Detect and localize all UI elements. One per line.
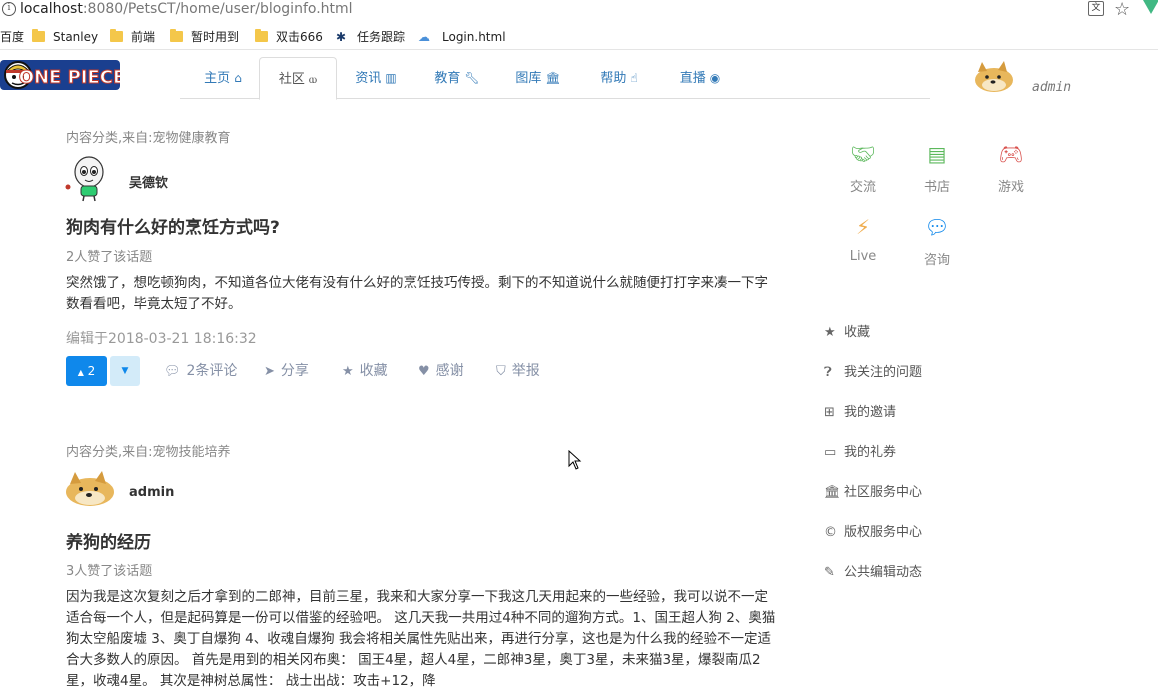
triangle-up-icon: ▲ [77, 368, 84, 377]
post-title[interactable]: 狗肉有什么好的烹饪方式吗? [66, 213, 280, 238]
sidebar-link-followed-questions[interactable]: ❓︎ 我关注的问题 [824, 361, 922, 380]
thanks-button[interactable]: ♥ 感谢 [418, 356, 464, 387]
doge-avatar-icon [66, 471, 114, 506]
community-icon: ⲱ [308, 72, 318, 86]
home-icon: ⌂ [234, 71, 242, 85]
bookmark-folder[interactable]: 暂时用到 [170, 28, 239, 46]
app-live[interactable]: ⚡︎ Live [833, 213, 893, 264]
plus-square-icon: ⊞ [824, 405, 835, 420]
bolt-icon: ⚡︎ [855, 215, 871, 239]
bookmark-star-icon[interactable]: ☆ [1114, 0, 1130, 20]
downvote-button[interactable]: ▼ [110, 356, 140, 386]
book-icon: ▤ [927, 142, 947, 166]
mouse-cursor-icon [568, 449, 582, 470]
tab-live[interactable]: 直播 ◉ [667, 57, 733, 99]
folder-icon [170, 29, 183, 42]
shield-icon: ⛉ [496, 364, 506, 379]
credit-card-icon: ▭ [824, 445, 837, 460]
edit-icon: ✎ [824, 565, 835, 580]
post-actions: ▲ 2 ▼ 💬︎ 2条评论 ➤ 分享 ★ 收藏 ♥ 感谢 ⛉ 举报 [66, 356, 666, 386]
gamepad-icon: 🎮︎ [998, 142, 1024, 166]
author-avatar[interactable] [62, 470, 118, 518]
heart-icon: ♥ [418, 364, 430, 379]
site-info-icon[interactable]: i [2, 2, 16, 16]
main-nav: 主页 ⌂ 社区 ⲱ 资讯 ▥ 教育 🔧︎ 图库 🏛︎ 帮助 ☝ 直播 ◉ [180, 57, 930, 100]
browser-address-bar: i localhost:8080/PetsCT/home/user/blogin… [0, 0, 1158, 24]
chat-icon: 💬︎ [924, 215, 950, 239]
bookmark-folder[interactable]: 前端 [110, 28, 155, 46]
bookmark-folder[interactable]: Stanley [32, 28, 98, 46]
report-button[interactable]: ⛉ 举报 [496, 356, 540, 387]
url-field[interactable]: localhost:8080/PetsCT/home/user/bloginfo… [20, 0, 353, 18]
bookmarks-bar: 百度 Stanley 前端 暂时用到 双击666 ✱ 任务跟踪 ☁ Login.ht… [0, 24, 1158, 50]
translate-icon[interactable]: 文 [1088, 1, 1104, 16]
star-icon: ★ [824, 325, 836, 340]
sidebar-link-service-center[interactable]: 🏛︎ 社区服务中心 [824, 481, 922, 500]
sidebar-link-copyright-center[interactable]: © 版权服务中心 [824, 521, 922, 540]
app-bookstore[interactable]: ▤ 书店 [907, 140, 967, 195]
post-likes: 2人赞了该话题 [66, 250, 153, 265]
copyright-icon: © [824, 525, 837, 540]
one-piece-logo-icon: ONE PIECE [0, 60, 126, 90]
username-label[interactable]: admin [1032, 80, 1071, 95]
app-exchange[interactable]: 🤝︎ 交流 [833, 140, 893, 195]
comment-icon: 💬︎ [164, 364, 181, 379]
map-icon: ▥ [385, 71, 397, 85]
tab-help[interactable]: 帮助 ☝ [586, 57, 652, 99]
wrench-icon: 🔧︎ [464, 71, 480, 85]
bookmark-item[interactable]: ☁ Login.html [418, 28, 506, 46]
author-avatar[interactable] [62, 154, 118, 202]
folder-icon [32, 29, 45, 42]
author-name[interactable]: 吴德钦 [129, 172, 168, 191]
sidebar-link-coupons[interactable]: ▭ 我的礼券 [824, 441, 896, 460]
vue-devtools-icon[interactable] [1143, 0, 1158, 14]
tab-home[interactable]: 主页 ⌂ [190, 57, 256, 99]
favorite-button[interactable]: ★ 收藏 [342, 356, 388, 387]
cartoon-avatar-icon [65, 156, 104, 202]
bookmark-item[interactable]: ✱ 任务跟踪 [336, 28, 405, 46]
tab-community[interactable]: 社区 ⲱ [259, 57, 337, 100]
post-body: 因为我是这次复刻之后才拿到的二郎神，目前三星，我来和大家分享一下我这几天用起来的… [66, 589, 776, 688]
bank-icon: 🏛︎ [824, 485, 841, 500]
comments-button[interactable]: 💬︎ 2条评论 [164, 356, 237, 387]
tab-news[interactable]: 资讯 ▥ [343, 57, 409, 99]
bank-icon: 🏛︎ [545, 71, 561, 85]
sidebar-link-favorites[interactable]: ★ 收藏 [824, 321, 870, 340]
bookmark-item[interactable]: 百度 [0, 28, 24, 46]
triangle-down-icon: ▼ [121, 366, 129, 376]
handshake-icon: 🤝︎ [850, 142, 876, 166]
jira-icon: ✱ [336, 30, 347, 44]
url-host: localhost [20, 1, 83, 17]
upvote-button[interactable]: ▲ 2 [66, 356, 107, 386]
doge-avatar-icon [975, 61, 1013, 92]
app-consult[interactable]: 💬︎ 咨询 [907, 213, 967, 268]
cloud-icon: ☁ [418, 30, 430, 44]
hand-icon: ☝ [630, 71, 638, 85]
post-category: 内容分类,来自:宠物健康教育 [66, 131, 231, 146]
globe-icon: ◉ [709, 71, 721, 85]
url-path: :8080/PetsCT/home/user/bloginfo.html [82, 1, 353, 17]
share-button[interactable]: ➤ 分享 [264, 356, 309, 387]
post-category: 内容分类,来自:宠物技能培养 [66, 445, 231, 460]
star-icon: ★ [342, 364, 354, 379]
sidebar-link-public-edits[interactable]: ✎ 公共编辑动态 [824, 561, 922, 580]
post-body: 突然饿了，想吃顿狗肉，不知道各位大佬有没有什么好的烹饪技巧传授。剩下的不知道说什… [66, 275, 768, 312]
site-logo[interactable]: ONE PIECE [0, 54, 126, 98]
folder-icon [255, 29, 268, 42]
user-avatar[interactable] [972, 60, 1016, 94]
sidebar-link-invitations[interactable]: ⊞ 我的邀请 [824, 401, 896, 420]
post-edited-time: 编辑于2018-03-21 18:16:32 [66, 331, 257, 347]
tab-education[interactable]: 教育 🔧︎ [424, 57, 490, 99]
folder-icon [110, 29, 123, 42]
logo-text: ONE PIECE [19, 67, 120, 88]
tab-gallery[interactable]: 图库 🏛︎ [505, 57, 571, 99]
post-title[interactable]: 养狗的经历 [66, 528, 151, 553]
question-icon: ❓︎ [824, 365, 832, 380]
paper-plane-icon: ➤ [264, 364, 275, 379]
app-games[interactable]: 🎮︎ 游戏 [981, 140, 1041, 195]
bookmark-folder[interactable]: 双击666 [255, 28, 323, 46]
author-name[interactable]: admin [129, 485, 174, 500]
post-likes: 3人赞了该话题 [66, 564, 153, 579]
